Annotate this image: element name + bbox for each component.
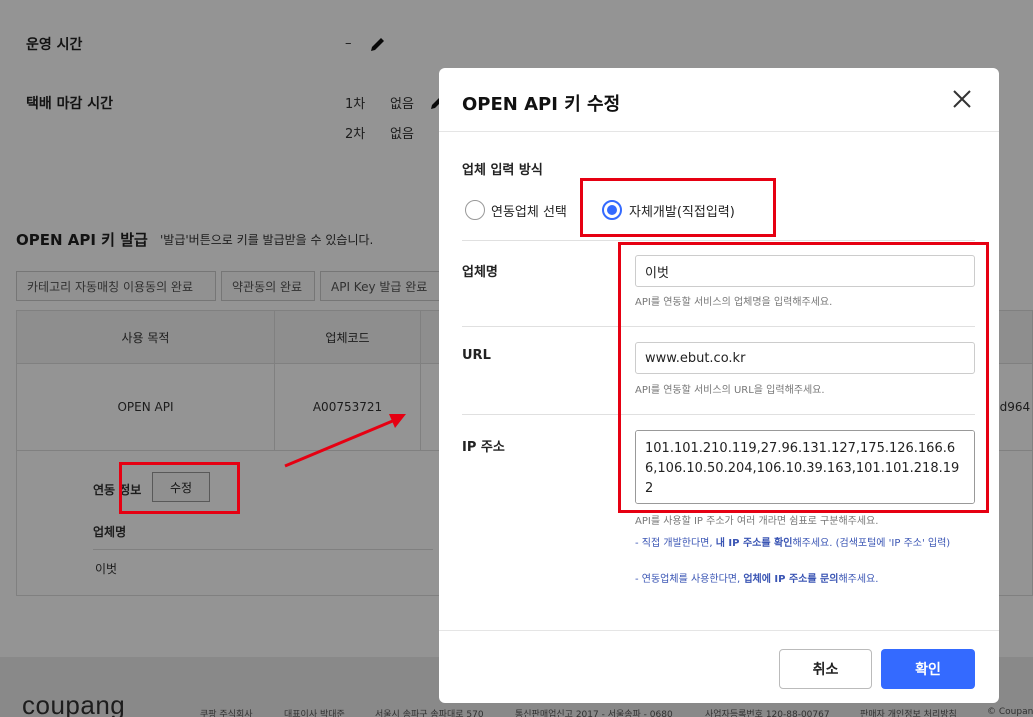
annotation-arrow-icon [284,414,406,468]
